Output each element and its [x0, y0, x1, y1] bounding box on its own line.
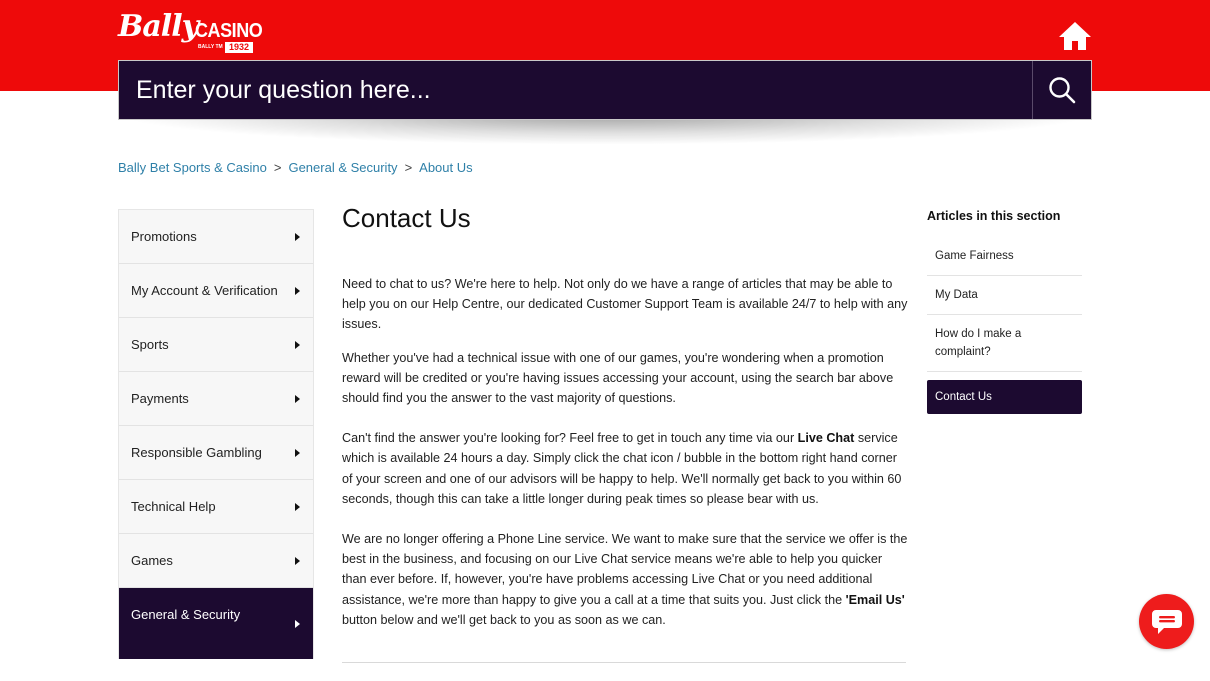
caret-right-icon [295, 556, 300, 565]
article-paragraph: We are no longer offering a Phone Line s… [342, 529, 908, 630]
article-content: Contact Us Need to chat to us? We're her… [342, 200, 908, 663]
caret-right-icon [295, 620, 300, 628]
article-paragraph: Need to chat to us? We're here to help. … [342, 277, 908, 332]
sidebar-item-label: General & Security [131, 607, 241, 622]
sidebar-item-responsible-gambling[interactable]: Responsible Gambling [119, 426, 313, 480]
article-body: Need to chat to us? We're here to help. … [342, 274, 908, 630]
related-article-game-fairness[interactable]: Game Fairness [927, 237, 1082, 276]
home-button[interactable] [1058, 20, 1092, 52]
email-us-emphasis: 'Email Us' [845, 592, 905, 607]
sidebar-item-label: Technical Help [131, 499, 216, 514]
bally-casino-logo[interactable]: Bally CASINO BALLY TM 1932 [118, 9, 263, 56]
sidebar-item-payments[interactable]: Payments [119, 372, 313, 426]
section-articles-heading: Articles in this section [927, 209, 1061, 223]
text-span: button below and we'll get back to you a… [342, 612, 666, 627]
sidebar-item-label: Games [131, 553, 173, 568]
article-paragraph: Can't find the answer you're looking for… [342, 428, 908, 509]
sidebar-item-general-security[interactable]: General & Security [119, 588, 313, 659]
section-articles: Articles in this section Game Fairness M… [927, 209, 1082, 414]
breadcrumb-link-home[interactable]: Bally Bet Sports & Casino [118, 160, 267, 175]
article-divider [342, 662, 906, 663]
caret-right-icon [295, 502, 300, 511]
sidebar-item-promotions[interactable]: Promotions [119, 210, 313, 264]
live-chat-button[interactable] [1139, 594, 1194, 649]
breadcrumb: Bally Bet Sports & Casino > General & Secu… [118, 160, 473, 175]
related-article-contact-us[interactable]: Contact Us [927, 380, 1082, 414]
related-article-my-data[interactable]: My Data [927, 276, 1082, 315]
breadcrumb-link-category[interactable]: General & Security [288, 160, 397, 175]
breadcrumb-link-section[interactable]: About Us [419, 160, 472, 175]
breadcrumb-separator: > [404, 160, 413, 175]
sidebar-item-games[interactable]: Games [119, 534, 313, 588]
logo-casino-text: CASINO [195, 20, 263, 42]
caret-right-icon [295, 232, 300, 241]
search-icon [1049, 77, 1076, 104]
sidebar-item-sports[interactable]: Sports [119, 318, 313, 372]
caret-right-icon [295, 394, 300, 403]
article-paragraph: Whether you've had a technical issue wit… [342, 350, 894, 406]
sidebar-item-label: Sports [131, 337, 169, 352]
sidebar-item-label: Promotions [131, 229, 197, 244]
sidebar-item-my-account[interactable]: My Account & Verification [119, 264, 313, 318]
home-icon [1059, 22, 1091, 50]
sidebar-item-label: Responsible Gambling [131, 445, 262, 460]
caret-right-icon [295, 448, 300, 457]
search-button[interactable] [1032, 61, 1091, 119]
text-span: We are no longer offering a Phone Line s… [342, 532, 908, 607]
category-sidebar: Promotions My Account & Verification Spo… [118, 209, 314, 659]
caret-right-icon [295, 286, 300, 295]
related-article-complaint[interactable]: How do I make a complaint? [927, 315, 1082, 372]
caret-right-icon [295, 340, 300, 349]
article-title: Contact Us [342, 203, 471, 233]
search-bar [118, 60, 1092, 120]
logo-year-text: 1932 [225, 42, 253, 53]
sidebar-item-label: Payments [131, 391, 189, 406]
search-input[interactable] [119, 61, 1032, 119]
text-span: Can't find the answer you're looking for… [342, 431, 798, 446]
logo-script-text: Bally [118, 9, 199, 44]
logo-tm-text: BALLY TM [198, 44, 223, 50]
chat-bubble-icon [1151, 609, 1182, 634]
sidebar-item-label: My Account & Verification [131, 283, 278, 298]
breadcrumb-separator: > [273, 160, 282, 175]
live-chat-emphasis: Live Chat [797, 431, 855, 446]
sidebar-item-technical-help[interactable]: Technical Help [119, 480, 313, 534]
